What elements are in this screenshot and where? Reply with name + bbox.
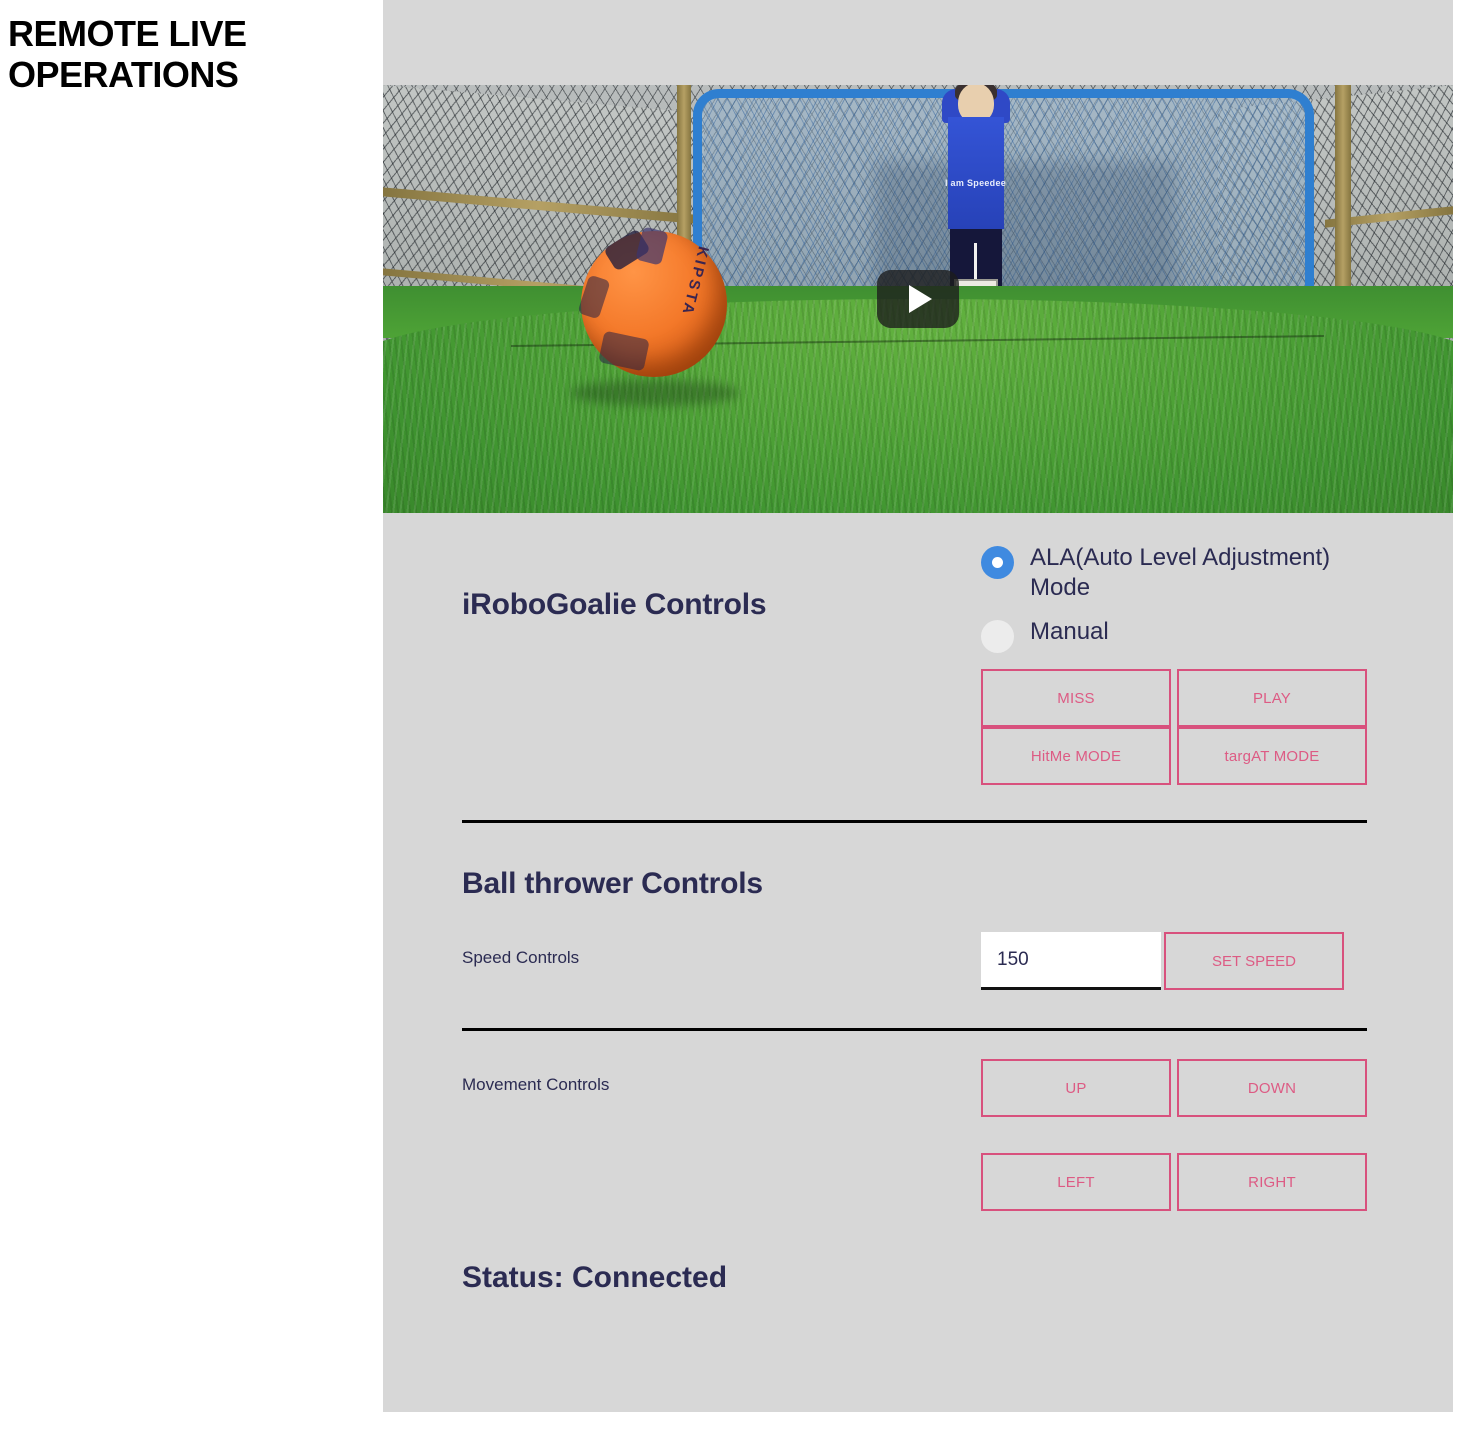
down-button[interactable]: DOWN (1177, 1059, 1367, 1117)
up-button[interactable]: UP (981, 1059, 1171, 1117)
hitme-mode-button[interactable]: HitMe MODE (981, 727, 1171, 785)
mode-option-ala[interactable]: ALA(Auto Level Adjustment) Mode (981, 543, 1367, 603)
goalie-rod (973, 243, 977, 283)
status-badge: Status: Connected (462, 1261, 728, 1294)
right-button[interactable]: RIGHT (1177, 1153, 1367, 1211)
speed-right-column: SET SPEED (981, 932, 1367, 990)
speed-input[interactable] (981, 932, 1161, 990)
robogoalie-right-column: ALA(Auto Level Adjustment) Mode Manual M… (981, 543, 1367, 785)
goalie-jersey (947, 117, 1004, 229)
set-speed-button[interactable]: SET SPEED (1164, 932, 1344, 990)
video-player[interactable]: I am Speedee KIPSTA (383, 85, 1453, 513)
thrower-section: Ball thrower Controls Speed Controls SET… (383, 823, 1453, 990)
radio-manual-icon[interactable] (981, 620, 1014, 653)
movement-section: Movement Controls UP DOWN LEFT RIGHT (383, 1031, 1453, 1211)
play-icon[interactable] (877, 270, 959, 328)
robogoalie-heading: iRoboGoalie Controls (462, 588, 767, 621)
page-title: REMOTE LIVE OPERATIONS (8, 13, 247, 95)
left-button[interactable]: LEFT (981, 1153, 1171, 1211)
movement-controls-label: Movement Controls (462, 1075, 610, 1094)
main-card: I am Speedee KIPSTA iRoboGoalie Controls… (383, 0, 1453, 1412)
speed-controls-label: Speed Controls (462, 948, 580, 967)
target-mode-button[interactable]: targAT MODE (1177, 727, 1367, 785)
controls-panel: iRoboGoalie Controls ALA(Auto Level Adju… (383, 513, 1453, 1295)
radio-ala-icon[interactable] (981, 546, 1014, 579)
play-button[interactable]: PLAY (1177, 669, 1367, 727)
grass-turf (383, 299, 1453, 513)
mode-label-manual: Manual (1030, 618, 1109, 645)
app-root: REMOTE LIVE OPERATIONS I am Speedee KIPS… (0, 0, 1482, 1432)
robogoalie-section: iRoboGoalie Controls ALA(Auto Level Adju… (383, 513, 1453, 785)
movement-button-grid: UP DOWN LEFT RIGHT (981, 1059, 1367, 1211)
movement-right-column: UP DOWN LEFT RIGHT (981, 1059, 1367, 1211)
ball-brand-label: KIPSTA (677, 244, 712, 318)
mode-option-manual[interactable]: Manual (981, 617, 1367, 653)
miss-button[interactable]: MISS (981, 669, 1171, 727)
robogoalie-button-grid: MISS PLAY HitMe MODE targAT MODE (981, 669, 1367, 785)
goalie-jersey-text: I am Speedee (944, 178, 1007, 188)
thrower-heading: Ball thrower Controls (462, 867, 763, 900)
mode-label-ala: ALA(Auto Level Adjustment) Mode (1030, 544, 1331, 601)
play-triangle (909, 285, 932, 313)
soccer-ball: KIPSTA (577, 225, 727, 377)
